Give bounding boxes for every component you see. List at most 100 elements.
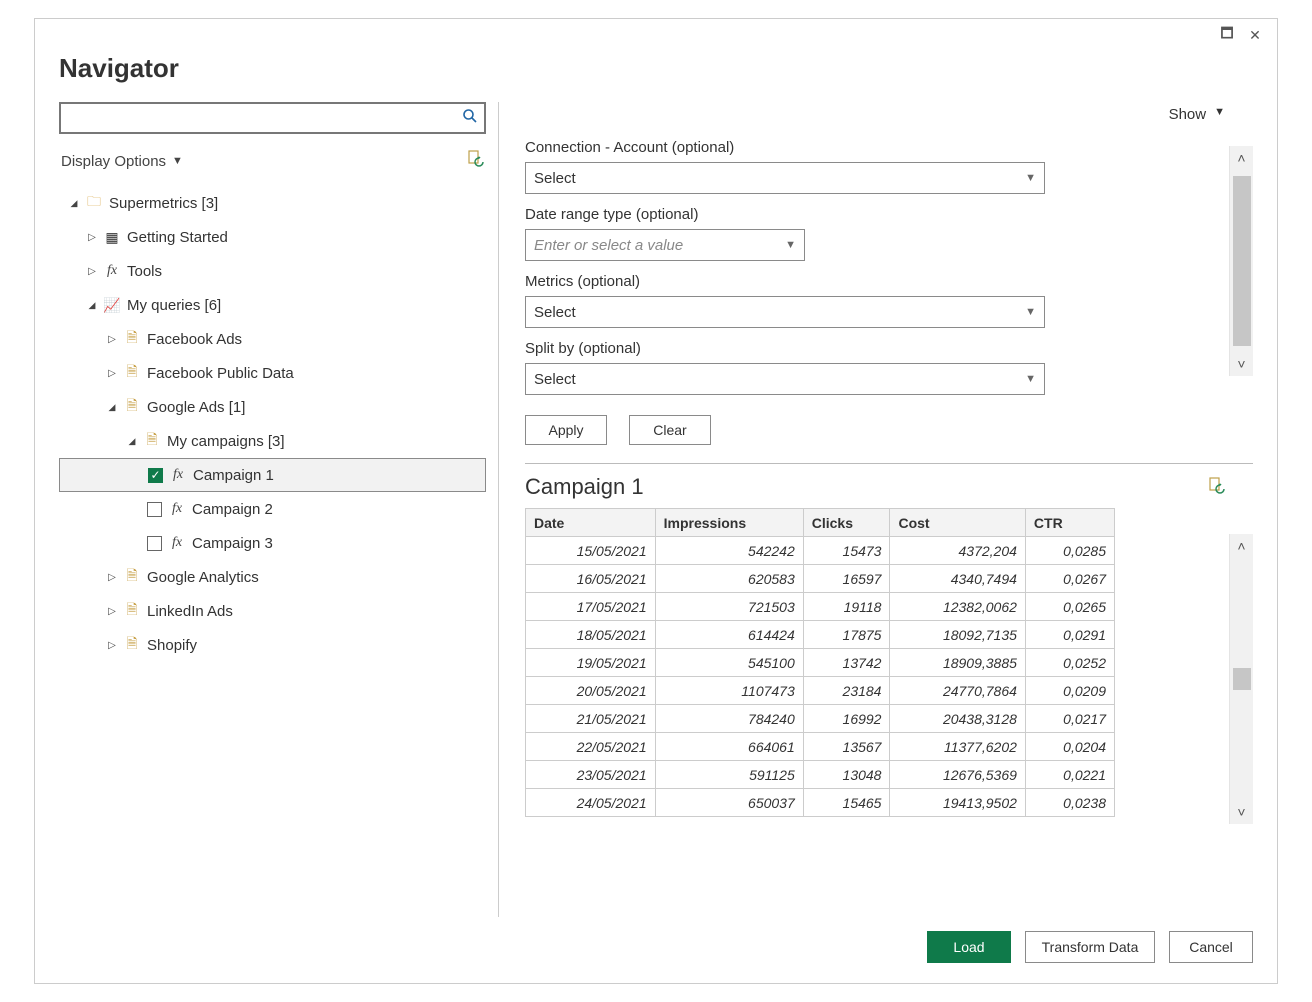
search-icon[interactable]: [462, 108, 478, 129]
table-header-cell[interactable]: Clicks: [803, 509, 890, 537]
table-row[interactable]: 16/05/2021620583165974340,74940,0267: [526, 565, 1115, 593]
table-row[interactable]: 15/05/2021542242154734372,2040,0285: [526, 537, 1115, 565]
page-title: Navigator: [59, 53, 1253, 84]
expand-icon[interactable]: [87, 300, 97, 311]
connection-value: Select: [534, 170, 576, 187]
scroll-up-icon[interactable]: ˄: [1237, 534, 1245, 558]
table-cell: 17875: [803, 621, 890, 649]
tree-label: Campaign 1: [193, 467, 274, 484]
checkbox-icon[interactable]: [147, 502, 162, 517]
table-cell: 4340,7494: [890, 565, 1025, 593]
file-icon: 🗎: [123, 565, 141, 589]
window-close-icon[interactable]: ✕: [1241, 23, 1269, 47]
table-header-cell[interactable]: Date: [526, 509, 656, 537]
splitby-select[interactable]: Select ▼: [525, 363, 1045, 395]
header: Navigator: [35, 47, 1277, 102]
cancel-button[interactable]: Cancel: [1169, 931, 1253, 963]
table-cell: 0,0285: [1025, 537, 1114, 565]
expand-icon[interactable]: [69, 198, 79, 209]
chevron-down-icon: ▼: [785, 239, 796, 251]
table-cell: 12676,5369: [890, 761, 1025, 789]
scroll-thumb[interactable]: [1233, 668, 1251, 690]
table-row[interactable]: 24/05/20216500371546519413,95020,0238: [526, 789, 1115, 817]
tree-item-google-ads[interactable]: 🗎 Google Ads [1]: [59, 390, 486, 424]
table-row[interactable]: 19/05/20215451001374218909,38850,0252: [526, 649, 1115, 677]
expand-icon[interactable]: [107, 606, 117, 617]
tree-item-campaign-2[interactable]: fx Campaign 2: [59, 492, 486, 526]
tree-label: Getting Started: [127, 229, 228, 246]
table-cell: 721503: [655, 593, 803, 621]
scroll-down-icon[interactable]: ˅: [1237, 800, 1245, 824]
tree-item-google-analytics[interactable]: 🗎 Google Analytics: [59, 560, 486, 594]
scroll-up-icon[interactable]: ˄: [1237, 146, 1245, 170]
table-cell: 620583: [655, 565, 803, 593]
daterange-combo[interactable]: Enter or select a value ▼: [525, 229, 805, 261]
tree-item-tools[interactable]: fx Tools: [59, 254, 486, 288]
tree-root-supermetrics[interactable]: 🗀 Supermetrics [3]: [59, 186, 486, 220]
table-cell: 22/05/2021: [526, 733, 656, 761]
metrics-select[interactable]: Select ▼: [525, 296, 1045, 328]
tree-item-facebook-public[interactable]: 🗎 Facebook Public Data: [59, 356, 486, 390]
expand-icon[interactable]: [107, 572, 117, 583]
table-header-cell[interactable]: CTR: [1025, 509, 1114, 537]
tree-item-campaign-3[interactable]: fx Campaign 3: [59, 526, 486, 560]
tree-item-linkedin-ads[interactable]: 🗎 LinkedIn Ads: [59, 594, 486, 628]
tree-item-shopify[interactable]: 🗎 Shopify: [59, 628, 486, 662]
show-dropdown[interactable]: Show ▼: [525, 102, 1253, 133]
table-row[interactable]: 21/05/20217842401699220438,31280,0217: [526, 705, 1115, 733]
chevron-down-icon: ▼: [1025, 373, 1036, 385]
tree-label: Google Analytics: [147, 569, 259, 586]
table-row[interactable]: 17/05/20217215031911812382,00620,0265: [526, 593, 1115, 621]
table-header-row: DateImpressionsClicksCostCTR: [526, 509, 1115, 537]
connection-select[interactable]: Select ▼: [525, 162, 1045, 194]
tree-item-getting-started[interactable]: ▦ Getting Started: [59, 220, 486, 254]
tree-item-campaign-1[interactable]: ✓ fx Campaign 1: [59, 458, 486, 492]
checkbox-icon[interactable]: ✓: [148, 468, 163, 483]
search-input[interactable]: [67, 109, 462, 127]
table-row[interactable]: 22/05/20216640611356711377,62020,0204: [526, 733, 1115, 761]
expand-icon[interactable]: [107, 334, 117, 345]
tree-item-my-queries[interactable]: 📈 My queries [6]: [59, 288, 486, 322]
table-cell: 650037: [655, 789, 803, 817]
expand-icon[interactable]: [107, 640, 117, 651]
scroll-down-icon[interactable]: ˅: [1237, 352, 1245, 376]
table-header-cell[interactable]: Impressions: [655, 509, 803, 537]
load-button[interactable]: Load: [927, 931, 1011, 963]
tree-item-my-campaigns[interactable]: 🗎 My campaigns [3]: [59, 424, 486, 458]
table-cell: 0,0204: [1025, 733, 1114, 761]
table-row[interactable]: 23/05/20215911251304812676,53690,0221: [526, 761, 1115, 789]
transform-data-button[interactable]: Transform Data: [1025, 931, 1155, 963]
apply-button[interactable]: Apply: [525, 415, 607, 445]
table-cell: 18092,7135: [890, 621, 1025, 649]
table-row[interactable]: 18/05/20216144241787518092,71350,0291: [526, 621, 1115, 649]
table-row[interactable]: 20/05/202111074732318424770,78640,0209: [526, 677, 1115, 705]
file-icon: 🗎: [143, 429, 161, 453]
right-panel: Show ▼ Connection - Account (optional) S…: [499, 102, 1253, 917]
table-cell: 664061: [655, 733, 803, 761]
clear-button[interactable]: Clear: [629, 415, 711, 445]
daterange-label: Date range type (optional): [525, 206, 1253, 223]
expand-icon[interactable]: [87, 266, 97, 277]
expand-icon[interactable]: [87, 232, 97, 243]
table-cell: 17/05/2021: [526, 593, 656, 621]
scroll-thumb[interactable]: [1233, 176, 1251, 346]
table-cell: 11377,6202: [890, 733, 1025, 761]
expand-icon[interactable]: [107, 402, 117, 413]
table-cell: 0,0221: [1025, 761, 1114, 789]
display-options-row: Display Options ▼: [59, 134, 486, 178]
checkbox-icon[interactable]: [147, 536, 162, 551]
table-cell: 0,0209: [1025, 677, 1114, 705]
search-input-wrapper[interactable]: [59, 102, 486, 134]
expand-icon[interactable]: [127, 436, 137, 447]
table-cell: 24770,7864: [890, 677, 1025, 705]
table-header-cell[interactable]: Cost: [890, 509, 1025, 537]
tree-item-facebook-ads[interactable]: 🗎 Facebook Ads: [59, 322, 486, 356]
table-scrollbar[interactable]: ˄ ˅: [1229, 534, 1253, 824]
refresh-icon[interactable]: [466, 150, 484, 172]
splitby-value: Select: [534, 371, 576, 388]
params-scrollbar[interactable]: ˄ ˅: [1229, 146, 1253, 376]
display-options-button[interactable]: Display Options ▼: [61, 153, 183, 170]
window-restore-icon[interactable]: 🗖: [1213, 23, 1241, 47]
expand-icon[interactable]: [107, 368, 117, 379]
refresh-preview-icon[interactable]: [1207, 477, 1225, 498]
